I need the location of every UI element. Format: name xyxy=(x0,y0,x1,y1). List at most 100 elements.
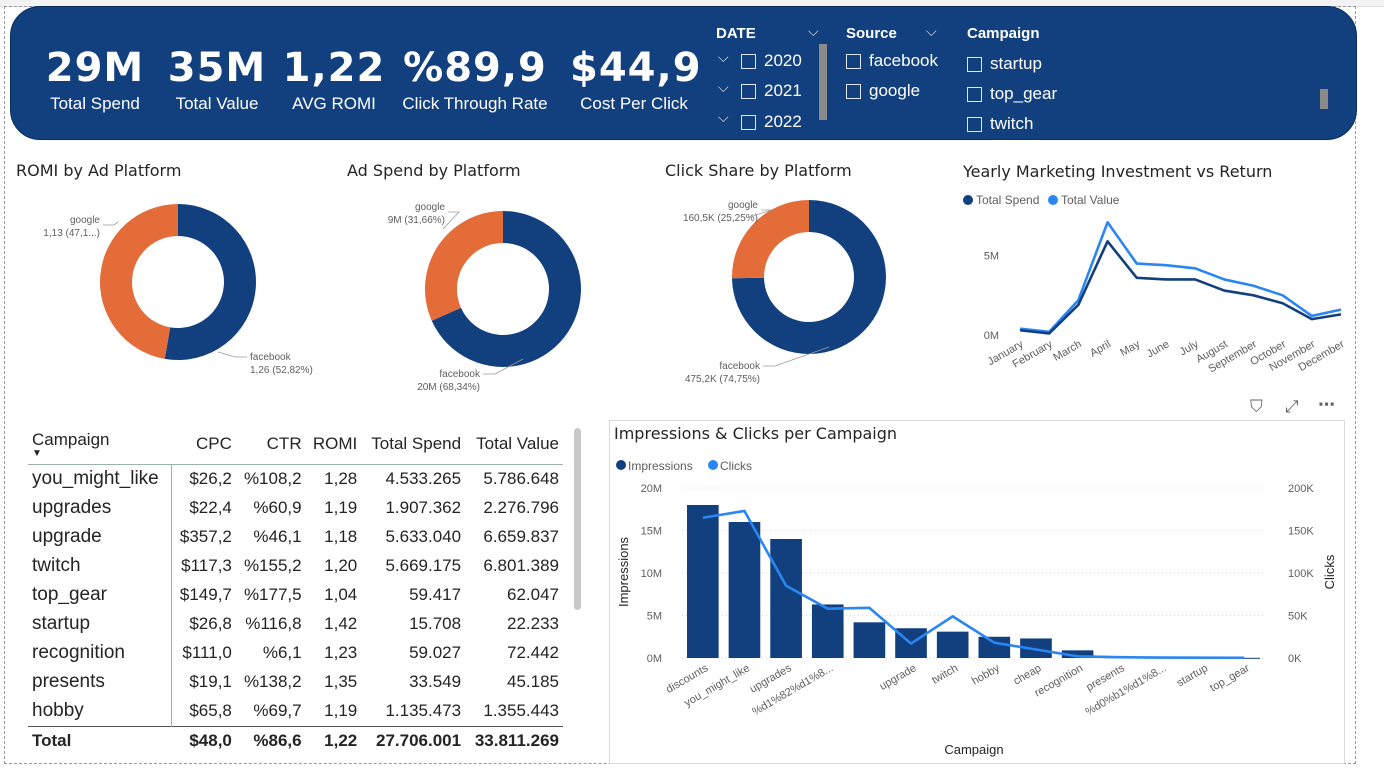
table-row[interactable]: upgrades $22,4 %60,9 1,19 1.907.362 2.276.796 xyxy=(28,494,563,523)
source-option-google[interactable]: google xyxy=(846,81,920,101)
column-header-romi[interactable]: ROMI xyxy=(305,420,362,465)
campaign-slicer-scrollbar[interactable] xyxy=(1320,89,1328,109)
checkbox[interactable] xyxy=(846,83,861,99)
table-cell: $26,2 xyxy=(171,464,236,494)
legend-marker xyxy=(1048,195,1058,205)
column-header-total-spend[interactable]: Total Spend xyxy=(361,420,466,465)
table-cell: 1,42 xyxy=(324,614,358,633)
legend-label: Impressions xyxy=(628,459,693,473)
table-cell: 1.907.362 xyxy=(385,498,462,517)
more-options-icon[interactable]: ⋯ xyxy=(1318,395,1335,415)
table-row[interactable]: you_might_like $26,2 %108,2 1,28 4.533.265 5.… xyxy=(28,464,563,494)
donut-slice-google[interactable] xyxy=(100,204,178,359)
campaign-option-twitch[interactable]: twitch xyxy=(967,115,1033,133)
kpi-value: 35M xyxy=(167,45,267,91)
source-option-facebook[interactable]: facebook xyxy=(846,51,938,71)
table-cell: 1.135.473 xyxy=(385,701,462,720)
checkbox[interactable] xyxy=(741,53,756,69)
slice-name-label: facebook xyxy=(719,361,761,372)
impressions-bar[interactable] xyxy=(811,604,844,658)
y-axis-title: Impressions xyxy=(616,536,631,607)
donut-slice-google[interactable] xyxy=(732,200,809,279)
checkbox[interactable] xyxy=(967,56,982,72)
x-tick-label: hobby xyxy=(970,662,1002,688)
column-header-campaign[interactable]: Campaign ▼ xyxy=(28,420,172,465)
table-scrollbar[interactable] xyxy=(574,428,581,610)
table-cell: 1,04 xyxy=(324,585,358,604)
table-cell: 5.786.648 xyxy=(483,469,559,488)
column-header-total-value[interactable]: Total Value xyxy=(465,420,563,465)
table-row[interactable]: upgrade $357,2 %46,1 1,18 5.633.040 6.659.837 xyxy=(28,523,563,552)
impressions-bar[interactable] xyxy=(936,631,969,658)
table-row[interactable]: twitch $117,3 %155,2 1,20 5.669.175 6.801.389 xyxy=(28,552,563,581)
legend-label: Clicks xyxy=(720,459,752,473)
slice-value-label: 475,2K (74,75%) xyxy=(685,374,760,385)
sort-descending-icon[interactable]: ▼ xyxy=(32,449,168,459)
table-cell: $117,3 xyxy=(171,552,236,581)
checkbox[interactable] xyxy=(967,86,982,102)
kpi-cpc: $44,9 Cost Per Click xyxy=(570,46,701,114)
table-cell: $357,2 xyxy=(171,523,236,552)
kpi-label: Cost Per Click xyxy=(580,94,688,113)
date-option-2021[interactable]: 2021 xyxy=(741,81,802,101)
table-cell: 1,28 xyxy=(324,469,358,488)
table-cell: top_gear xyxy=(32,584,108,605)
slice-name-label: facebook xyxy=(250,352,292,363)
slice-name-label: google xyxy=(70,215,100,226)
slice-name-label: google xyxy=(415,202,445,213)
checkbox[interactable] xyxy=(846,53,861,69)
clicks-donut-chart[interactable]: google 160,5K (25,25%) facebook 475,2K (74,… xyxy=(640,190,960,400)
chevron-down-icon[interactable]: ⌵ xyxy=(718,110,729,126)
donut-slice-google[interactable] xyxy=(425,211,503,321)
filter-icon[interactable]: ⛉ xyxy=(1250,397,1263,417)
table-total-cell: Total xyxy=(28,726,172,756)
campaign-option-startup[interactable]: startup xyxy=(967,54,1042,74)
table-row[interactable]: hobby $65,8 %69,7 1,19 1.135.473 1.355.443 xyxy=(28,697,563,727)
impressions-bar[interactable] xyxy=(978,636,1011,658)
date-option-2022[interactable]: 2022 xyxy=(741,112,802,132)
table-row[interactable]: top_gear $149,7 %177,5 1,04 59.417 62.047 xyxy=(28,581,563,610)
impressions-clicks-combo-chart[interactable]: Impressions Clicks 0M 5M 10M 15M 20M 0K 50K 100K 1… xyxy=(610,450,1350,762)
impressions-chart-title: Impressions & Clicks per Campaign xyxy=(614,424,898,443)
table-cell: 1.355.443 xyxy=(483,701,559,720)
chevron-down-icon[interactable]: ⌵ xyxy=(926,24,937,40)
table-cell: 59.417 xyxy=(409,585,462,604)
impressions-bar[interactable] xyxy=(853,622,886,658)
table-row[interactable]: presents $19,1 %138,2 1,35 33.549 45.185 xyxy=(28,668,563,697)
slice-value-label: 20M (68,34%) xyxy=(417,382,480,393)
checkbox[interactable] xyxy=(741,83,756,99)
checkbox[interactable] xyxy=(741,114,756,130)
table-row[interactable]: recognition $111,0 %6,1 1,23 59.027 72.442 xyxy=(28,639,563,668)
focus-mode-icon[interactable]: ⤢ xyxy=(1285,397,1299,417)
impressions-bar[interactable] xyxy=(686,505,719,658)
campaign-option-top-gear[interactable]: top_gear xyxy=(967,84,1057,104)
spend-donut-chart[interactable]: google 9M (31,66%) facebook 20M (68,34%) xyxy=(330,190,650,400)
checkbox[interactable] xyxy=(967,116,982,132)
table-cell: %177,5 xyxy=(243,585,302,604)
yearly-line-chart[interactable]: Total Spend Total Value0M5MJanuaryFebruar… xyxy=(955,188,1355,388)
x-tick-label: May xyxy=(1118,338,1142,359)
impressions-bar[interactable] xyxy=(728,522,761,658)
date-slicer-title: DATE xyxy=(716,25,756,42)
chevron-down-icon[interactable]: ⌵ xyxy=(808,24,819,40)
table-cell: 5.669.175 xyxy=(385,556,462,575)
table-cell: recognition xyxy=(32,642,125,663)
table-cell: %116,8 xyxy=(245,614,302,633)
impressions-bar[interactable] xyxy=(770,539,802,658)
table-row[interactable]: startup $26,8 %116,8 1,42 15.708 22.233 xyxy=(28,610,563,639)
chevron-down-icon[interactable]: ⌵ xyxy=(718,50,729,66)
date-slicer-scrollbar[interactable] xyxy=(819,44,827,120)
series-line-total-spend[interactable] xyxy=(1019,240,1342,335)
date-option-2020[interactable]: 2020 xyxy=(741,51,802,71)
column-header-cpc[interactable]: CPC xyxy=(171,420,236,465)
romi-donut-chart[interactable]: google 1,13 (47,1...) facebook 1,26 (52,82%… xyxy=(0,190,340,400)
donut-slice-facebook[interactable] xyxy=(164,204,257,360)
chevron-down-icon[interactable]: ⌵ xyxy=(718,80,729,96)
x-axis-title: Campaign xyxy=(944,742,1003,757)
y-tick-label: 0M xyxy=(984,330,999,342)
column-header-ctr[interactable]: CTR xyxy=(235,420,306,465)
y-tick-label: 5M xyxy=(647,611,662,623)
source-option-label: google xyxy=(869,81,921,100)
x-tick-label: startup xyxy=(1175,662,1210,689)
leader-line xyxy=(217,351,247,358)
